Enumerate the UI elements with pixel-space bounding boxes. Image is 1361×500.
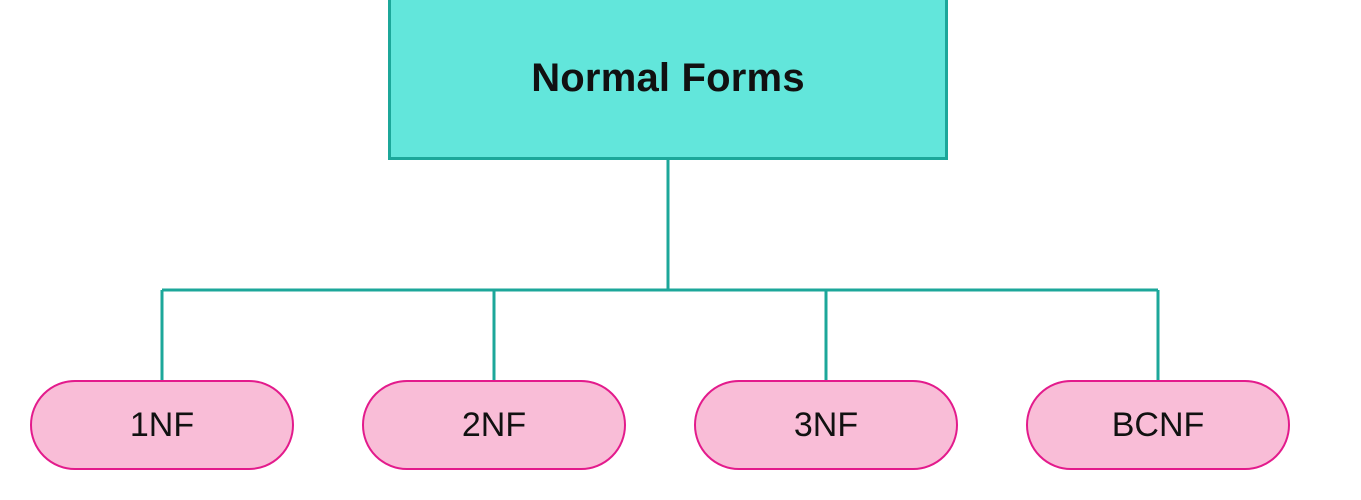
root-node-label: Normal Forms bbox=[531, 56, 805, 101]
child-node-3nf: 3NF bbox=[694, 380, 958, 470]
child-node-label: BCNF bbox=[1112, 406, 1205, 445]
child-node-label: 1NF bbox=[130, 406, 194, 445]
child-node-bcnf: BCNF bbox=[1026, 380, 1290, 470]
child-node-2nf: 2NF bbox=[362, 380, 626, 470]
child-node-label: 2NF bbox=[462, 406, 526, 445]
child-node-label: 3NF bbox=[794, 406, 858, 445]
child-node-1nf: 1NF bbox=[30, 380, 294, 470]
root-node-normal-forms: Normal Forms bbox=[388, 0, 948, 160]
